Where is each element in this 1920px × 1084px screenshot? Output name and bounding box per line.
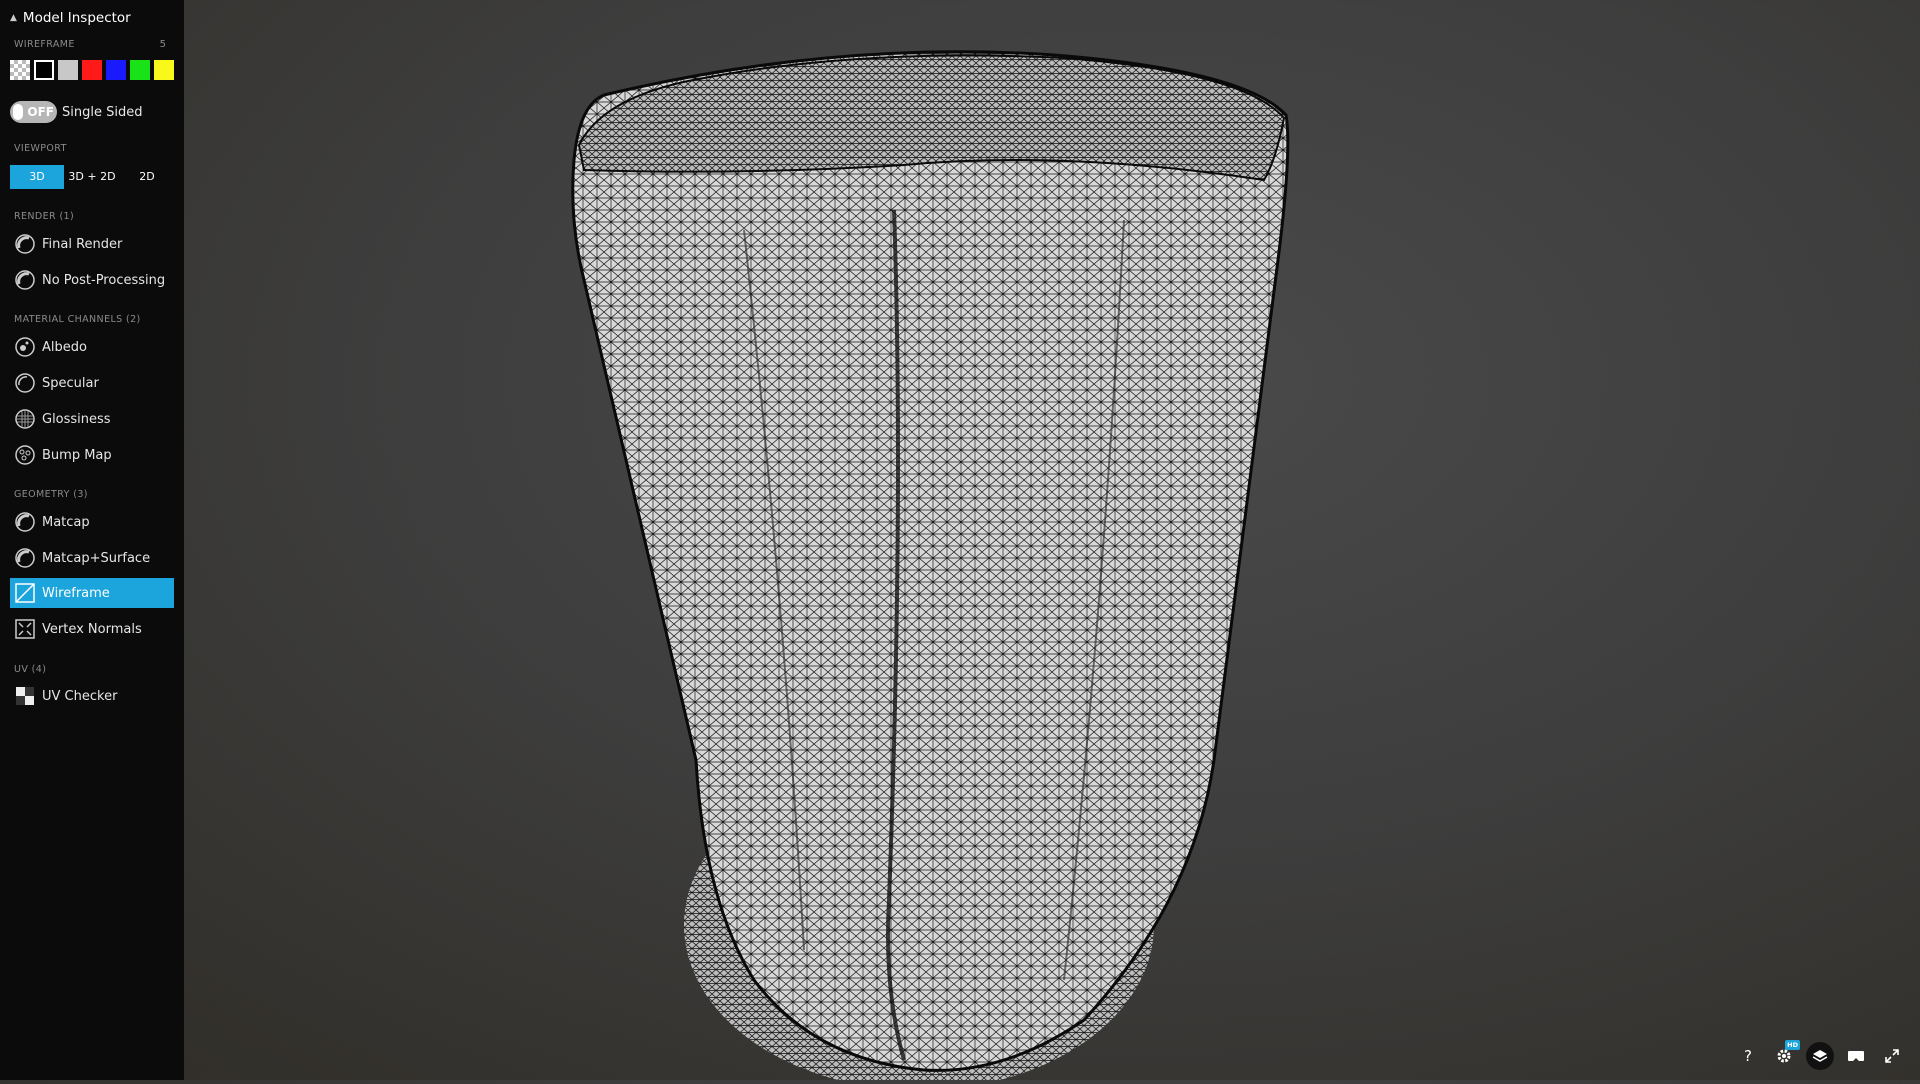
- viewport-2d-option[interactable]: 2D: [120, 165, 174, 189]
- item-label: Matcap: [42, 514, 90, 530]
- matcap-icon: [14, 511, 36, 533]
- glossiness-icon: [14, 408, 36, 430]
- wireframe-count: 5: [159, 39, 166, 50]
- toggle-knob: [13, 104, 24, 120]
- bump-map-icon: [14, 444, 36, 466]
- hd-badge: HD: [1785, 1040, 1800, 1050]
- model-body: [571, 50, 1290, 1072]
- item-label: Wireframe: [42, 585, 110, 601]
- channel-albedo[interactable]: Albedo: [10, 332, 174, 362]
- item-label: UV Checker: [42, 688, 118, 704]
- channel-glossiness[interactable]: Glossiness: [10, 404, 174, 434]
- geometry-section-label: GEOMETRY (3): [14, 489, 88, 500]
- viewport-3d-2d-option[interactable]: 3D + 2D: [64, 165, 120, 189]
- swatch-black[interactable]: [34, 60, 54, 80]
- swatch-grey[interactable]: [58, 60, 78, 80]
- panel-title: Model Inspector: [22, 10, 131, 26]
- uv-checker[interactable]: UV Checker: [10, 681, 174, 711]
- specular-icon: [14, 372, 36, 394]
- item-label: Glossiness: [42, 411, 111, 427]
- albedo-icon: [14, 336, 36, 358]
- panel-header[interactable]: ▲ Model Inspector: [10, 0, 174, 36]
- item-label: Bump Map: [42, 447, 112, 463]
- swatch-green[interactable]: [130, 60, 150, 80]
- single-sided-toggle[interactable]: OFF: [10, 101, 57, 123]
- wireframe-model: [571, 50, 1290, 1084]
- item-label: Matcap+Surface: [42, 550, 151, 566]
- channel-specular[interactable]: Specular: [10, 368, 174, 398]
- viewport-mode-selector: 3D 3D + 2D 2D: [10, 165, 174, 189]
- vertex-normals-icon: [14, 618, 36, 640]
- wireframe-icon: [14, 582, 36, 604]
- geometry-matcap-surface[interactable]: Matcap+Surface: [10, 543, 174, 573]
- geometry-matcap[interactable]: Matcap: [10, 507, 174, 537]
- item-label: Final Render: [42, 236, 123, 252]
- model-top-rim: [577, 54, 1286, 182]
- help-icon[interactable]: ?: [1734, 1042, 1762, 1070]
- settings-icon[interactable]: HD: [1770, 1040, 1800, 1070]
- swatch-transparent[interactable]: [10, 60, 30, 80]
- single-sided-label: Single Sided: [62, 104, 143, 120]
- layers-icon[interactable]: [1806, 1042, 1834, 1070]
- render-no-post-processing[interactable]: No Post-Processing: [10, 265, 174, 295]
- toggle-state: OFF: [27, 105, 54, 119]
- wireframe-color-swatches: [10, 60, 174, 80]
- viewport-3d-option[interactable]: 3D: [10, 165, 64, 189]
- material-channels-section-label: MATERIAL CHANNELS (2): [14, 314, 141, 325]
- single-sided-row: OFF Single Sided: [10, 101, 142, 123]
- wireframe-section-label: WIREFRAME: [14, 39, 75, 50]
- fullscreen-icon[interactable]: [1878, 1042, 1906, 1070]
- vr-icon[interactable]: [1842, 1042, 1870, 1070]
- item-label: Specular: [42, 375, 99, 391]
- viewport-section-label: VIEWPORT: [14, 143, 67, 154]
- geometry-vertex-normals[interactable]: Vertex Normals: [10, 614, 174, 644]
- collapse-caret-icon[interactable]: ▲: [10, 13, 17, 23]
- swatch-blue[interactable]: [106, 60, 126, 80]
- viewer-toolbar: ? HD: [1734, 1040, 1906, 1070]
- item-label: No Post-Processing: [42, 272, 166, 288]
- render-final-render[interactable]: Final Render: [10, 229, 174, 259]
- no-post-processing-icon: [14, 269, 36, 291]
- uv-section-label: UV (4): [14, 664, 47, 675]
- model-inspector-panel: ▲ Model Inspector WIREFRAME 5 OFF Single…: [0, 0, 184, 1080]
- 3d-viewport[interactable]: [184, 0, 1920, 1084]
- uv-checker-icon: [14, 685, 36, 707]
- render-section-label: RENDER (1): [14, 211, 75, 222]
- swatch-red[interactable]: [82, 60, 102, 80]
- swatch-yellow[interactable]: [154, 60, 174, 80]
- channel-bump-map[interactable]: Bump Map: [10, 440, 174, 470]
- item-label: Albedo: [42, 339, 87, 355]
- matcap-surface-icon: [14, 547, 36, 569]
- item-label: Vertex Normals: [42, 621, 142, 637]
- geometry-wireframe[interactable]: Wireframe: [10, 578, 174, 608]
- final-render-icon: [14, 233, 36, 255]
